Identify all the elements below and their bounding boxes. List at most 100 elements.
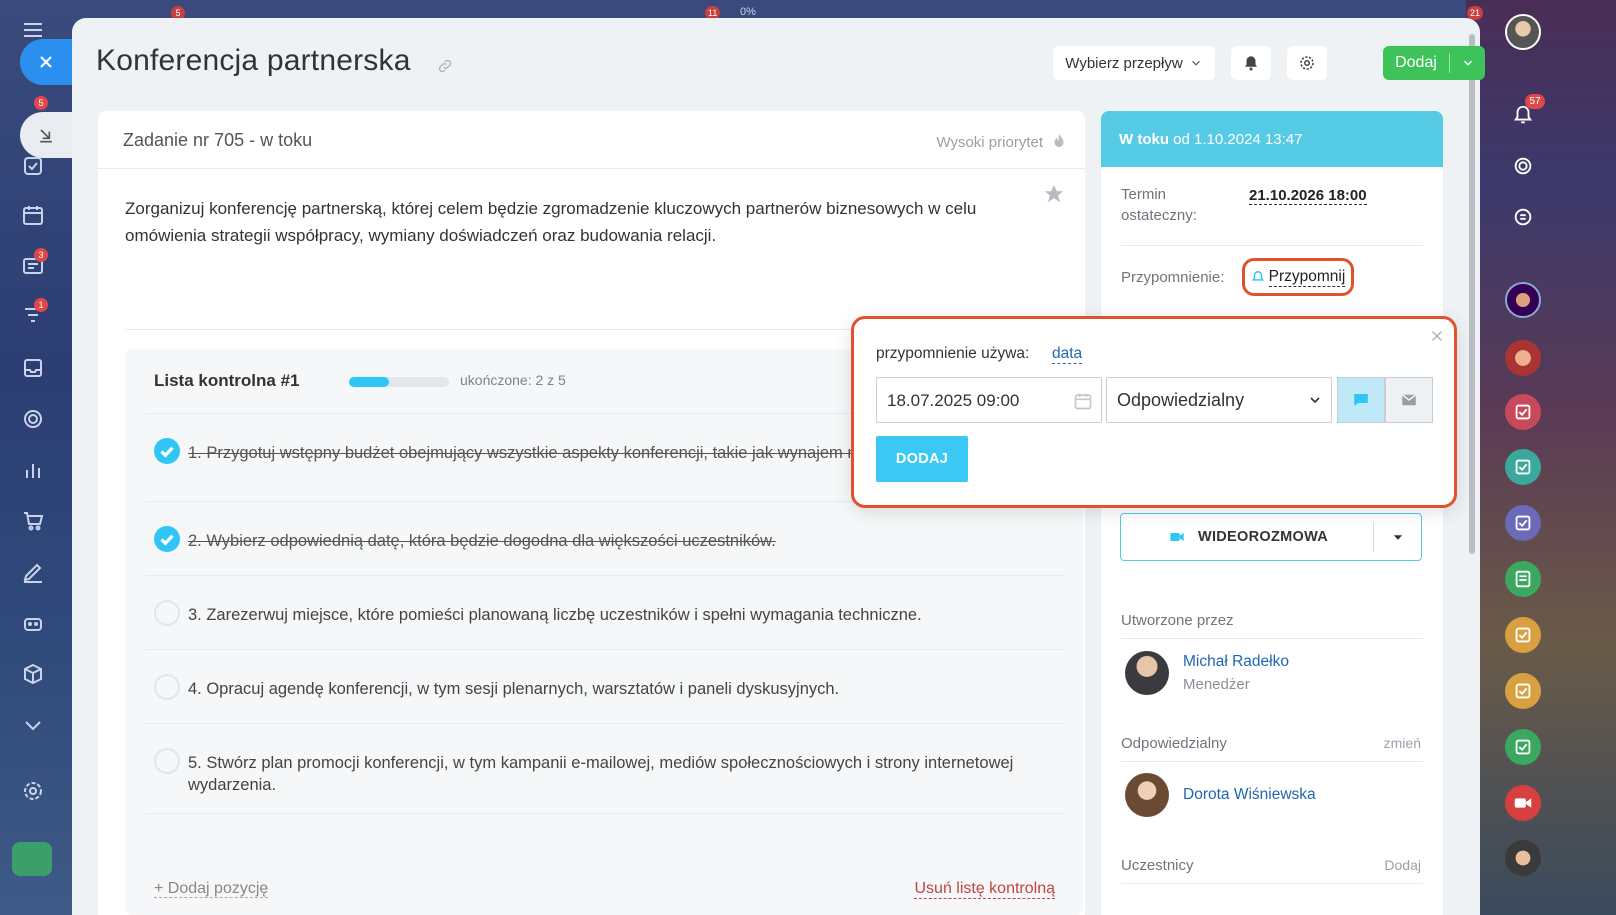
reminder-date-value: 18.07.2025 09:00 bbox=[887, 391, 1020, 410]
reminder-email-toggle[interactable] bbox=[1385, 377, 1433, 423]
flow-select[interactable]: Wybierz przepływ bbox=[1053, 46, 1215, 80]
close-icon[interactable] bbox=[1428, 327, 1446, 345]
calendar-icon[interactable] bbox=[19, 201, 47, 229]
task-chat-icon[interactable] bbox=[1505, 729, 1541, 765]
checklist-item[interactable]: 5. Stwórz plan promocji konferencji, w t… bbox=[146, 723, 1064, 813]
refresh-search-icon[interactable] bbox=[1505, 199, 1541, 235]
video-call-dropdown[interactable] bbox=[1374, 530, 1421, 544]
checklist-progress-fill bbox=[349, 377, 389, 387]
participants-label: Uczestnicy bbox=[1121, 857, 1194, 874]
analytics-icon[interactable] bbox=[19, 456, 47, 484]
scrollbar[interactable] bbox=[1469, 34, 1475, 554]
inbox-icon[interactable] bbox=[19, 354, 47, 382]
caret-down-icon bbox=[1393, 535, 1402, 540]
deadline-label: Termin ostateczny: bbox=[1121, 186, 1197, 224]
user-avatar[interactable] bbox=[1505, 14, 1541, 50]
video-call-label: WIDEOROZMOWA bbox=[1197, 529, 1329, 545]
reminder-link-label[interactable]: Przypomnij bbox=[1268, 268, 1346, 287]
checkbox[interactable] bbox=[154, 526, 180, 552]
chevron-down-icon bbox=[1310, 397, 1320, 404]
settings-button[interactable] bbox=[1287, 46, 1327, 80]
mail-icon bbox=[1401, 394, 1417, 406]
checklist-title[interactable]: Lista kontrolna #1 bbox=[154, 371, 299, 391]
sign-icon[interactable] bbox=[19, 558, 47, 586]
reminder-uses-link[interactable]: data bbox=[1052, 345, 1083, 364]
divider bbox=[1121, 638, 1423, 639]
chevron-down-icon[interactable] bbox=[19, 711, 47, 739]
check-icon bbox=[160, 534, 174, 546]
reminder-recipient-select[interactable]: Odpowiedzialny bbox=[1106, 377, 1332, 423]
divider bbox=[1121, 761, 1423, 762]
chat-widget-icon[interactable] bbox=[12, 842, 52, 876]
reminder-uses-label: przypomnienie używa: bbox=[876, 345, 1030, 362]
star-icon[interactable] bbox=[1043, 183, 1065, 205]
document-chat-icon[interactable] bbox=[1505, 561, 1541, 597]
reminder-add-button[interactable]: DODAJ bbox=[876, 436, 968, 482]
checkbox[interactable] bbox=[154, 674, 180, 700]
settings-icon[interactable] bbox=[19, 777, 47, 805]
flame-icon[interactable] bbox=[1050, 130, 1068, 152]
collapse-slider-button[interactable] bbox=[20, 112, 72, 158]
checkbox[interactable] bbox=[154, 748, 180, 774]
reminder-link[interactable]: Przypomnij bbox=[1242, 258, 1354, 296]
priority-label[interactable]: Wysoki priorytet bbox=[936, 134, 1043, 151]
contact-avatar[interactable] bbox=[1505, 840, 1541, 876]
checklist-item-text[interactable]: 3. Zarezerwuj miejsce, które pomieści pl… bbox=[188, 604, 1048, 626]
close-icon bbox=[40, 56, 52, 68]
task-card-header: Zadanie nr 705 - w toku Wysoki priorytet bbox=[98, 111, 1085, 169]
checklist-item-text[interactable]: 2. Wybierz odpowiednią datę, która będzi… bbox=[188, 530, 1048, 552]
target-icon[interactable] bbox=[19, 405, 47, 433]
close-slider-button[interactable] bbox=[20, 39, 72, 85]
checklist-item[interactable]: 3. Zarezerwuj miejsce, które pomieści pl… bbox=[146, 575, 1064, 649]
created-by-label: Utworzone przez bbox=[1121, 612, 1234, 629]
task-chat-icon[interactable] bbox=[1505, 617, 1541, 653]
video-call-button[interactable]: WIDEOROZMOWA bbox=[1120, 513, 1422, 561]
add-button[interactable]: Dodaj bbox=[1383, 46, 1485, 80]
change-responsible-link[interactable]: zmień bbox=[1384, 735, 1421, 751]
reminder-chat-toggle[interactable] bbox=[1337, 377, 1385, 423]
add-button-label: Dodaj bbox=[1395, 54, 1437, 71]
checklist-item-text[interactable]: 4. Opracuj agendę konferencji, w tym ses… bbox=[188, 678, 1048, 700]
responsible-name[interactable]: Dorota Wiśniewska bbox=[1183, 786, 1316, 804]
box-icon[interactable] bbox=[19, 660, 47, 688]
task-sidebar: W toku od 1.10.2024 13:47 Termin ostatec… bbox=[1101, 111, 1443, 915]
reminder-label: Przypomnienie: bbox=[1121, 269, 1225, 286]
task-chat-icon[interactable] bbox=[1505, 394, 1541, 430]
remove-checklist-link[interactable]: Usuń listę kontrolną bbox=[914, 880, 1055, 899]
calendar-icon[interactable] bbox=[1073, 391, 1093, 411]
avatar[interactable] bbox=[1125, 773, 1169, 817]
task-chat-icon[interactable] bbox=[1505, 505, 1541, 541]
video-call-main[interactable]: WIDEOROZMOWA bbox=[1121, 529, 1373, 545]
contact-avatar[interactable] bbox=[1505, 340, 1541, 376]
video-camera-icon bbox=[1170, 533, 1184, 541]
target-icon[interactable] bbox=[1505, 148, 1541, 184]
check-icon bbox=[160, 446, 174, 458]
robot-icon[interactable] bbox=[19, 609, 47, 637]
task-number-status: Zadanie nr 705 - w toku bbox=[123, 130, 313, 150]
top-rail-badge: 5 bbox=[34, 96, 48, 110]
copy-link-icon[interactable] bbox=[437, 58, 453, 74]
checkbox[interactable] bbox=[154, 600, 180, 626]
add-item-label[interactable]: + Dodaj pozycję bbox=[154, 880, 269, 898]
checklist-item[interactable]: 2. Wybierz odpowiednią datę, która będzi… bbox=[146, 501, 1064, 575]
deadline-value[interactable]: 21.10.2026 18:00 bbox=[1249, 187, 1367, 205]
checklist-item[interactable]: 4. Opracuj agendę konferencji, w tym ses… bbox=[146, 649, 1064, 723]
bell-icon bbox=[1251, 271, 1264, 281]
checklist-item-text[interactable]: 5. Stwórz plan promocji konferencji, w t… bbox=[188, 752, 1048, 796]
creator-name[interactable]: Michał Radełko bbox=[1183, 653, 1289, 671]
checkbox[interactable] bbox=[154, 438, 180, 464]
video-chat-icon[interactable] bbox=[1505, 785, 1541, 821]
notify-button[interactable] bbox=[1231, 46, 1271, 80]
task-chat-icon[interactable] bbox=[1505, 449, 1541, 485]
add-participant-link[interactable]: Dodaj bbox=[1384, 857, 1421, 873]
add-dropdown-toggle[interactable] bbox=[1450, 56, 1485, 70]
status-bold: W toku bbox=[1119, 131, 1169, 148]
right-rail-background bbox=[1466, 0, 1616, 915]
contact-avatar[interactable] bbox=[1505, 282, 1541, 318]
task-chat-icon[interactable] bbox=[1505, 673, 1541, 709]
avatar[interactable] bbox=[1125, 651, 1169, 695]
add-item-link[interactable]: + Dodaj pozycję bbox=[154, 880, 269, 898]
cart-icon[interactable] bbox=[19, 507, 47, 535]
reminder-date-input[interactable]: 18.07.2025 09:00 bbox=[876, 377, 1102, 423]
gear-icon bbox=[1300, 56, 1314, 70]
